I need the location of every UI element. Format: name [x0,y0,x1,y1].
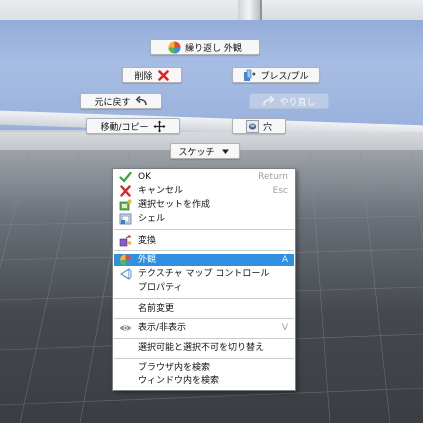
check-icon [117,171,133,183]
appearance-icon [168,41,181,54]
menu-item-shortcut: Return [258,172,288,182]
sketch-dropdown-button[interactable]: スケッチ [170,143,240,159]
repeat-appearance-button[interactable]: 繰り返し 外観 [150,39,260,55]
menu-item-label: プロパティ [138,283,183,293]
menu-item-create-selection-set[interactable]: 選択セットを作成 [114,199,294,211]
menu-item-label: 名前変更 [138,304,175,314]
menu-item-find-in-browser[interactable]: ブラウザ内を検索 [114,362,294,374]
menu-item-appearance[interactable]: 外観 A [114,254,294,266]
menu-separator [114,358,294,359]
menu-item-label: 外観 [138,255,157,265]
chevron-down-icon [219,145,232,158]
delete-button[interactable]: 削除 [122,67,182,83]
eye-icon [117,322,133,334]
menu-item-find-in-window[interactable]: ウィンドウ内を検索 [114,375,294,387]
delete-label: 削除 [134,71,153,82]
menu-item-label: ブラウザ内を検索 [138,363,211,373]
menu-item-shortcut: A [281,255,288,265]
transform-icon [117,235,133,247]
menu-item-label: 選択セットを作成 [138,200,211,210]
menu-item-label: 表示/非表示 [138,323,187,333]
menu-separator [114,250,294,251]
menu-item-label: キャンセル [138,186,184,196]
cancel-icon [117,185,133,197]
menu-item-label: テクスチャ マップ コントロール [138,269,270,279]
selection-set-icon [117,199,133,211]
menu-item-shortcut: Esc [272,186,288,196]
menu-item-shortcut: V [281,323,288,333]
menu-item-label: ウィンドウ内を検索 [138,376,220,386]
menu-item-texture-map-control[interactable]: テクスチャ マップ コントロール [114,268,294,280]
appearance-icon [117,254,133,266]
undo-icon [135,95,148,108]
shell-icon [117,213,133,225]
menu-separator [114,229,294,230]
context-menu: OK Return キャンセル Esc 選択セットを作成 シェル 変換 外観 A [112,168,296,391]
model-surface [262,0,423,22]
press-pull-button[interactable]: プレス/プル [232,67,320,83]
menu-item-label: シェル [138,214,166,224]
menu-item-label: 変換 [138,236,157,246]
delete-x-icon [157,69,170,82]
texture-map-icon [117,268,133,280]
hole-label: 穴 [262,122,272,133]
menu-separator [114,298,294,299]
redo-icon [262,95,275,108]
sketch-label: スケッチ [178,147,215,158]
repeat-appearance-label: 繰り返し 外観 [185,43,242,54]
menu-item-ok[interactable]: OK Return [114,171,294,183]
move-copy-label: 移動/コピー [100,122,149,133]
menu-item-rename[interactable]: 名前変更 [114,303,294,315]
menu-item-label: 選択可能と選択不可を切り替え [138,343,265,353]
menu-item-shell[interactable]: シェル [114,213,294,225]
redo-label: やり直し [279,97,316,108]
menu-separator [114,318,294,319]
menu-item-toggle-selectable[interactable]: 選択可能と選択不可を切り替え [114,342,294,354]
press-pull-label: プレス/プル [260,71,309,82]
redo-button[interactable]: やり直し [249,93,329,109]
undo-button[interactable]: 元に戻す [80,93,162,109]
menu-item-label: OK [138,172,151,182]
menu-item-show-hide[interactable]: 表示/非表示 V [114,322,294,334]
press-pull-icon [243,69,257,82]
undo-label: 元に戻す [94,97,131,108]
menu-item-transform[interactable]: 変換 [114,235,294,247]
move-copy-button[interactable]: 移動/コピー [86,118,180,134]
menu-item-cancel[interactable]: キャンセル Esc [114,185,294,197]
menu-separator [114,338,294,339]
move-arrows-icon [153,120,166,133]
menu-item-properties[interactable]: プロパティ [114,282,294,294]
hole-icon [246,119,259,133]
hole-button[interactable]: 穴 [232,118,286,134]
